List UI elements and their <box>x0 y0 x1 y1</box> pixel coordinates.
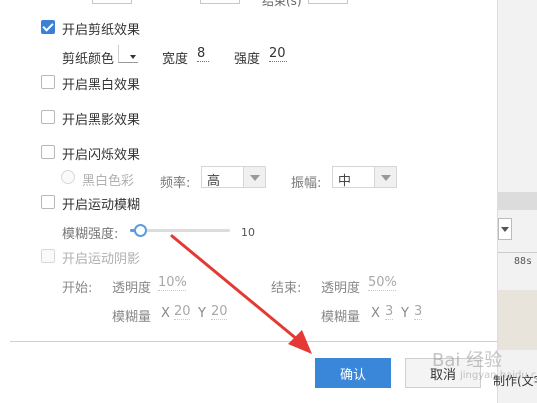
motion-blur-checkbox[interactable] <box>41 195 55 209</box>
start-y-value[interactable]: 20 <box>211 305 228 320</box>
amplitude-label: 振幅: <box>291 176 322 191</box>
chevron-down-icon <box>374 167 396 187</box>
blur-strength-label: 模糊强度: <box>62 227 119 242</box>
watermark: Bai 经验 jingyan.baidu.com <box>432 346 537 381</box>
motion-shadow-checkbox[interactable] <box>41 249 55 263</box>
bg-dropdown[interactable] <box>498 218 512 240</box>
slider-max-label: 10 <box>241 226 255 239</box>
bg-toolbar <box>498 192 537 210</box>
frequency-value: 高 <box>207 174 221 189</box>
top-input-1[interactable] <box>92 0 132 4</box>
start-opacity-label: 透明度 <box>112 281 152 296</box>
footer-divider <box>10 341 497 342</box>
start-x-value[interactable]: 20 <box>174 305 191 320</box>
top-input-2[interactable] <box>200 0 240 4</box>
start-opacity-value[interactable]: 10% <box>158 276 187 291</box>
black-shadow-label: 开启黑影效果 <box>62 113 141 128</box>
amplitude-value: 中 <box>338 174 352 189</box>
confirm-button[interactable]: 确认 <box>315 358 391 388</box>
shadow-start-label: 开始: <box>62 281 93 296</box>
end-y-value[interactable]: 3 <box>414 305 422 320</box>
bg-ruler <box>498 252 537 253</box>
end-y-label: Y <box>401 306 409 321</box>
end-x-label: X <box>371 306 380 321</box>
flash-label: 开启闪烁效果 <box>62 148 141 163</box>
start-x-label: X <box>161 306 170 321</box>
top-cutoff-row: 结束(s) <box>0 0 497 8</box>
strength-value[interactable]: 20 <box>269 47 287 62</box>
frequency-select[interactable]: 高 <box>201 166 266 189</box>
bw-color-radio[interactable] <box>61 170 75 184</box>
black-white-label: 开启黑白效果 <box>62 78 141 93</box>
bg-ruler-tick: 88s <box>514 256 533 267</box>
end-opacity-value[interactable]: 50% <box>368 276 397 291</box>
bw-color-label: 黑白色彩 <box>82 174 135 189</box>
background-app-strip: 88s <box>497 0 537 403</box>
chevron-down-icon <box>243 167 265 187</box>
slider-thumb[interactable] <box>134 224 147 237</box>
end-x-value[interactable]: 3 <box>385 305 393 320</box>
amplitude-select[interactable]: 中 <box>332 166 397 189</box>
end-blur-label: 模糊量 <box>321 310 361 325</box>
watermark-sub: jingyan.baidu.com <box>460 370 537 381</box>
top-input-3[interactable] <box>308 0 348 4</box>
top-label-end: 结束(s) <box>262 0 302 8</box>
effects-dialog: 结束(s) 开启剪纸效果 剪纸颜色 宽度 8 强度 20 开启黑白效果 开启黑影… <box>0 0 497 403</box>
paper-cut-checkbox[interactable] <box>41 20 55 34</box>
width-value[interactable]: 8 <box>197 47 209 62</box>
black-shadow-checkbox[interactable] <box>41 110 55 124</box>
black-white-checkbox[interactable] <box>41 75 55 89</box>
start-y-label: Y <box>198 306 206 321</box>
paper-color-picker[interactable] <box>118 45 138 63</box>
flash-checkbox[interactable] <box>41 145 55 159</box>
width-label: 宽度 <box>162 52 189 67</box>
paper-cut-label: 开启剪纸效果 <box>62 23 141 38</box>
end-opacity-label: 透明度 <box>321 281 361 296</box>
watermark-text: Bai 经验 <box>432 350 503 371</box>
strength-label: 强度 <box>234 52 261 67</box>
start-blur-label: 模糊量 <box>112 310 152 325</box>
shadow-end-label: 结束: <box>271 281 302 296</box>
paper-color-label: 剪纸颜色 <box>62 52 115 67</box>
motion-shadow-label: 开启运动阴影 <box>62 252 141 267</box>
bg-timeline-track <box>498 290 537 350</box>
blur-strength-slider[interactable] <box>130 224 230 237</box>
chevron-down-icon <box>501 227 509 232</box>
frequency-label: 频率: <box>160 176 191 191</box>
chevron-down-icon <box>130 55 136 59</box>
motion-blur-label: 开启运动模糊 <box>62 198 141 213</box>
